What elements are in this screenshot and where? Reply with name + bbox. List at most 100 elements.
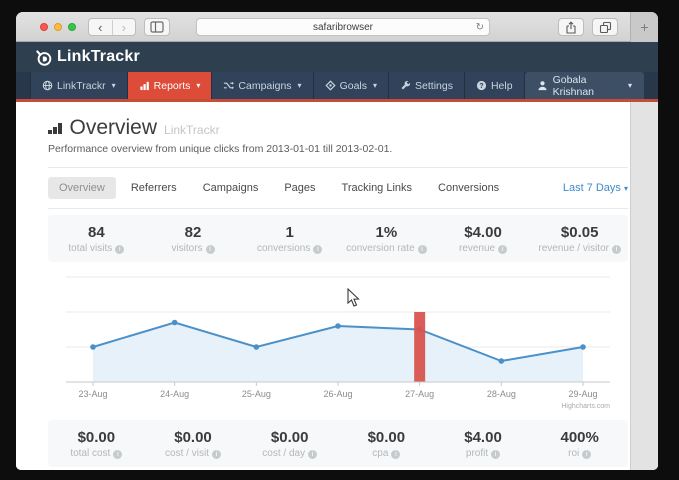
url-text: safaribrowser: [313, 22, 373, 33]
info-icon[interactable]: [418, 245, 427, 254]
info-icon[interactable]: [313, 245, 322, 254]
new-tab-button[interactable]: +: [630, 12, 658, 42]
stat-value: 1%: [338, 224, 435, 241]
back-button[interactable]: ‹: [89, 20, 112, 35]
address-bar[interactable]: safaribrowser ↻: [196, 18, 490, 36]
chevron-down-icon: ▾: [298, 81, 302, 90]
visits-chart[interactable]: 23-Aug24-Aug25-Aug26-Aug27-Aug28-Aug29-A…: [48, 264, 628, 414]
sidebar-icon: [150, 21, 164, 33]
info-icon[interactable]: [612, 245, 621, 254]
stat-label: cost / visit: [145, 448, 242, 459]
browser-toolbar: ‹ › safaribrowser ↻: [16, 12, 658, 42]
zoom-window-button[interactable]: [68, 23, 76, 31]
close-window-button[interactable]: [40, 23, 48, 31]
menu-item-settings[interactable]: Settings: [389, 72, 465, 99]
tab-campaigns[interactable]: Campaigns: [192, 177, 270, 199]
menu-item-label: Reports: [154, 80, 191, 92]
stat-value: $0.00: [145, 429, 242, 446]
stat-label: cpa: [338, 448, 435, 459]
stats-panel-bottom: $0.00total cost$0.00cost / visit$0.00cos…: [48, 420, 628, 467]
stat-total-cost: $0.00total cost: [48, 429, 145, 459]
user-name: Gobala Krishnan: [553, 74, 623, 98]
info-icon[interactable]: [582, 450, 591, 459]
svg-text:26-Aug: 26-Aug: [323, 389, 352, 399]
stat-label: roi: [531, 448, 628, 459]
share-button[interactable]: [558, 18, 584, 36]
date-range-dropdown[interactable]: Last 7 Days ▾: [563, 182, 628, 194]
shuffle-icon: [223, 80, 234, 91]
stat-label: conversions: [241, 243, 338, 254]
share-icon: [565, 21, 577, 34]
forward-button[interactable]: ›: [112, 20, 136, 35]
stat-value: $4.00: [435, 224, 532, 241]
user-menu[interactable]: Gobala Krishnan ▾: [525, 72, 644, 99]
svg-text:29-Aug: 29-Aug: [568, 389, 597, 399]
svg-text:23-Aug: 23-Aug: [78, 389, 107, 399]
sidebar-toggle-button[interactable]: [144, 18, 170, 36]
chevron-down-icon: ▾: [112, 81, 116, 90]
tab-overview[interactable]: Overview: [48, 177, 116, 199]
info-icon[interactable]: [206, 245, 215, 254]
chevron-down-icon: ▾: [196, 81, 200, 90]
info-icon[interactable]: [498, 245, 507, 254]
menu-item-goals[interactable]: Goals ▾: [314, 72, 389, 99]
stat-value: 1: [241, 224, 338, 241]
stat-value: $0.00: [338, 429, 435, 446]
tab-pages[interactable]: Pages: [273, 177, 326, 199]
menu-item-help[interactable]: ? Help: [465, 72, 525, 99]
browser-window: ‹ › safaribrowser ↻: [16, 12, 658, 470]
chevron-down-icon: ▾: [628, 81, 632, 90]
main-menu: LinkTrackr ▾ Reports ▾ Campaigns ▾: [16, 72, 658, 99]
tab-overview-button[interactable]: [592, 18, 618, 36]
stat-revenue-visitor: $0.05revenue / visitor: [531, 224, 628, 254]
right-gutter: [630, 102, 658, 470]
info-icon[interactable]: [491, 450, 500, 459]
menu-item-label: LinkTrackr: [57, 80, 106, 92]
page-subtitle: Performance overview from unique clicks …: [48, 143, 628, 155]
stat-value: 400%: [531, 429, 628, 446]
tab-conversions[interactable]: Conversions: [427, 177, 510, 199]
menu-item-label: Help: [491, 80, 513, 92]
brand-name[interactable]: LinkTrackr: [57, 48, 140, 66]
menu-item-linktrackr[interactable]: LinkTrackr ▾: [30, 72, 128, 99]
minimize-window-button[interactable]: [54, 23, 62, 31]
stat-revenue: $4.00 revenue: [435, 224, 532, 254]
stat-label: conversion rate: [338, 243, 435, 254]
tab-tracking-links[interactable]: Tracking Links: [331, 177, 424, 199]
info-icon[interactable]: [391, 450, 400, 459]
menu-item-label: Campaigns: [238, 80, 291, 92]
reload-icon[interactable]: ↻: [476, 22, 484, 33]
stat-value: $0.05: [531, 224, 628, 241]
stat-label: profit: [435, 448, 532, 459]
page-content: Overview LinkTrackr Performance overview…: [16, 102, 658, 470]
info-icon[interactable]: [115, 245, 124, 254]
stat-profit: $4.00profit: [435, 429, 532, 459]
info-icon[interactable]: [113, 450, 122, 459]
tabs-icon: [599, 21, 612, 34]
svg-text:27-Aug: 27-Aug: [405, 389, 434, 399]
stat-roi: 400% roi: [531, 429, 628, 459]
globe-icon: [42, 80, 53, 91]
svg-text:Highcharts.com: Highcharts.com: [561, 403, 610, 410]
stat-total-visits: 84total visits: [48, 224, 145, 254]
stat-conversions: 1 conversions: [241, 224, 338, 254]
person-icon: [537, 80, 548, 91]
stat-value: 82: [145, 224, 242, 241]
info-icon[interactable]: [308, 450, 317, 459]
info-icon[interactable]: [212, 450, 221, 459]
stat-label: total visits: [48, 243, 145, 254]
svg-text:24-Aug: 24-Aug: [160, 389, 189, 399]
brand-row: LinkTrackr: [16, 42, 658, 72]
history-nav-group: ‹ ›: [88, 18, 136, 36]
tab-referrers[interactable]: Referrers: [120, 177, 188, 199]
menu-item-reports[interactable]: Reports ▾: [128, 72, 213, 99]
svg-text:28-Aug: 28-Aug: [487, 389, 516, 399]
chevron-down-icon: ▾: [624, 184, 628, 193]
chevron-down-icon: ▾: [373, 81, 377, 90]
menu-item-campaigns[interactable]: Campaigns ▾: [212, 72, 313, 99]
svg-text:?: ?: [479, 83, 483, 90]
page-title: Overview: [70, 116, 158, 140]
goal-diamond-icon: [325, 80, 336, 91]
stat-label: revenue: [435, 243, 532, 254]
help-circle-icon: ?: [476, 80, 487, 91]
